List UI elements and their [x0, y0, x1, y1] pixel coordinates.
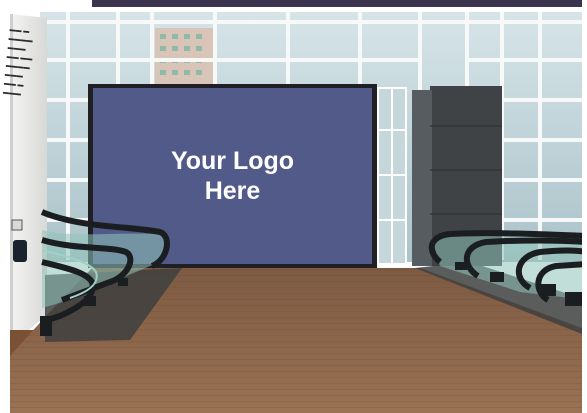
- top-band: [92, 0, 587, 7]
- logo-placeholder-text: Your Logo Here: [170, 147, 295, 205]
- billboard-display: Your Logo Here: [93, 88, 372, 264]
- wall-device: [13, 240, 27, 262]
- lobby-scene: ▬▬ ▬ ▬▬▬▬ ▬▬▬ ▬▬ ▬▬ ▬▬▬▬ ▬▬▬ ▬▬ ▬ ▬▬▬ Yo…: [0, 0, 587, 413]
